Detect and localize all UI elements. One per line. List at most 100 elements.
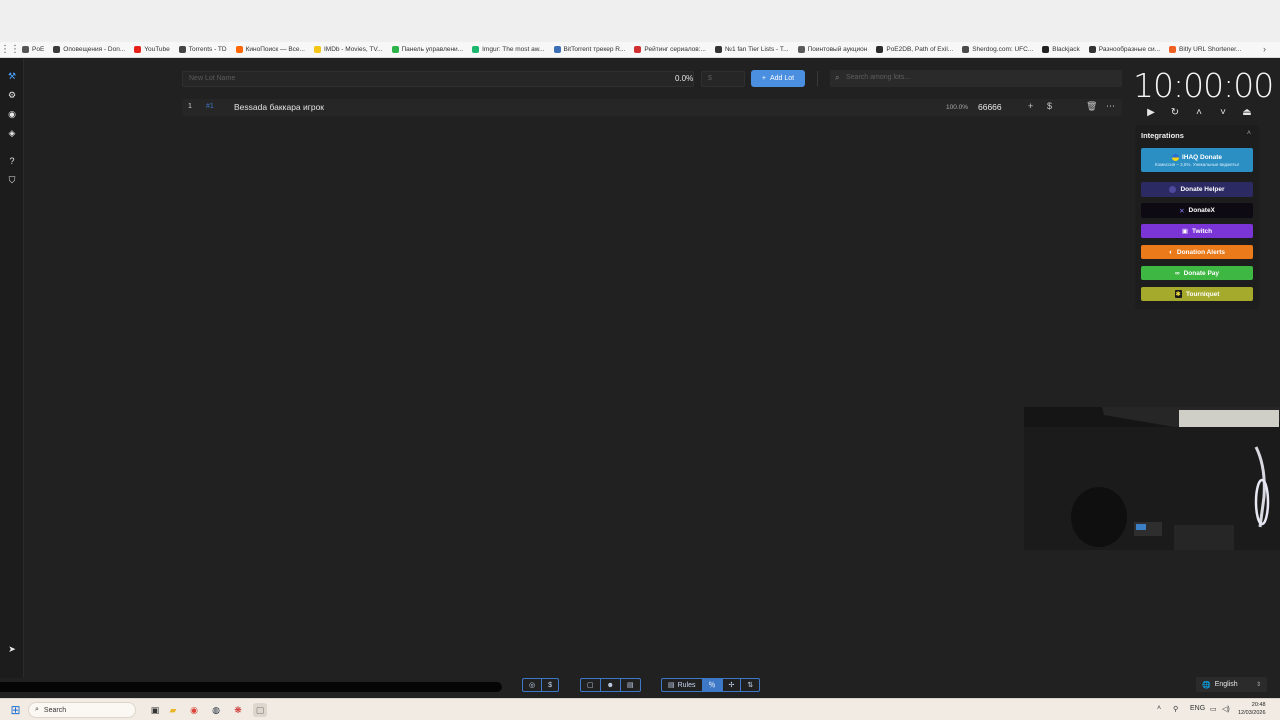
chrome-icon[interactable]: ◉	[187, 703, 201, 717]
bookmark-item[interactable]: Imgur: The most aw...	[472, 46, 545, 53]
tourniquet-button[interactable]: ✱ Tourniquet	[1141, 287, 1253, 301]
bot-icon[interactable]: ☻	[601, 679, 621, 691]
apps-grid-icon[interactable]: ⋮⋮	[0, 44, 20, 56]
windows-start-icon[interactable]: ⊞	[9, 703, 22, 717]
trash-icon[interactable]: 🗑	[1086, 101, 1097, 112]
move-icon[interactable]: ✢	[723, 679, 742, 691]
tray-lang[interactable]: ENG	[1190, 705, 1205, 712]
twitch-button[interactable]: ▣ Twitch	[1141, 224, 1253, 238]
bookmark-favicon-icon	[962, 46, 970, 53]
bookmark-favicon-icon	[134, 46, 142, 53]
bookmark-label: PoE	[32, 46, 45, 53]
bookmark-item[interactable]: Blackjack	[1042, 46, 1080, 53]
bookmark-item[interactable]: Оповещения - Don...	[53, 46, 125, 53]
active-app-icon[interactable]: ▢	[253, 703, 267, 717]
bookmark-favicon-icon	[235, 46, 243, 53]
help-icon[interactable]: ?	[6, 155, 18, 167]
tourniquet-icon: ✱	[1174, 290, 1182, 298]
main-content: New Lot Name 0.0% $ + Add Lot ⌕ Search a…	[24, 58, 1280, 678]
app-icon[interactable]: ❋	[231, 703, 245, 717]
wheel-icon[interactable]: ◉	[6, 108, 18, 120]
donation-alerts-button[interactable]: ◐ Donation Alerts	[1141, 245, 1253, 259]
play-icon[interactable]: ▶	[1144, 107, 1158, 118]
sort-icon[interactable]: ⇅	[741, 679, 759, 691]
telegram-icon[interactable]: ➤	[6, 643, 18, 655]
bookmark-item[interactable]: Sherdog.com: UFC...	[962, 46, 1033, 53]
gear-icon[interactable]: ⚙	[6, 89, 18, 101]
taskbar-clock[interactable]: 20:48 12/03/2026	[1238, 701, 1266, 717]
donatex-button[interactable]: ✕ DonateX	[1141, 203, 1253, 218]
ihaq-subtitle: Комиссия – 3,5%. Уникальные виджеты!	[1154, 161, 1240, 167]
bookmark-item[interactable]: №1 fan Tier Lists - T...	[714, 46, 789, 53]
left-sidebar: ⚒ ⚙ ◉ ◈ ? ⛉ ➤	[0, 58, 24, 698]
bookmark-item[interactable]: BitTorrent трекер R...	[553, 46, 626, 53]
bookmarks-overflow-icon[interactable]: ›	[1263, 44, 1266, 54]
bookmark-label: BitTorrent трекер R...	[563, 46, 626, 53]
chevron-up-icon[interactable]: ˄	[1192, 107, 1206, 118]
dollar-icon[interactable]: $	[1047, 101, 1052, 111]
new-lot-name-input[interactable]: New Lot Name	[182, 71, 694, 87]
layers-icon[interactable]: ◈	[6, 127, 18, 139]
collapse-icon[interactable]: ˄	[1247, 130, 1251, 137]
search-icon: ⌕	[835, 73, 840, 82]
bookmark-favicon-icon	[1042, 46, 1050, 53]
steam-icon[interactable]: ◍	[209, 703, 223, 717]
reset-icon[interactable]: ↻	[1168, 107, 1182, 118]
github-icon[interactable]: ◎	[523, 679, 543, 691]
bookmark-item[interactable]: Разнообразные си...	[1088, 46, 1160, 53]
search-lots-input[interactable]: ⌕ Search among lots...	[830, 70, 1122, 87]
percent-mode-button[interactable]: ％	[702, 679, 723, 691]
lot-id: #1	[206, 103, 214, 110]
donate-pay-icon: ∞	[1174, 269, 1180, 277]
rules-button[interactable]: ▤ Rules	[662, 679, 703, 691]
lot-amount[interactable]: 66666	[978, 102, 1002, 112]
mode-group: ▤ Rules ％ ✢ ⇅	[661, 678, 761, 692]
lot-row[interactable]: 1 #1 Bessada баккара игрок 100.0% 66666 …	[182, 99, 1122, 116]
donate-pay-button[interactable]: ∞ Donate Pay	[1141, 266, 1253, 280]
timer-view-icon[interactable]: ▢	[581, 679, 601, 691]
task-view-icon[interactable]: ▣	[148, 703, 162, 717]
bookmark-item[interactable]: YouTube	[134, 46, 170, 53]
bookmark-favicon-icon	[634, 46, 642, 53]
bookmark-item[interactable]: Рейтинг сериалов:...	[634, 46, 706, 53]
file-explorer-icon[interactable]: ▰	[166, 703, 180, 717]
volume-icon[interactable]: ◁)	[1222, 705, 1230, 713]
add-lot-button[interactable]: + Add Lot	[751, 70, 805, 87]
bookmark-item[interactable]: PoE	[22, 46, 44, 53]
language-select[interactable]: 🌐 English ⇕	[1196, 677, 1267, 692]
bookmark-label: КиноПоиск — Все...	[245, 46, 305, 53]
shield-icon[interactable]: ⛉	[6, 174, 18, 186]
bookmark-item[interactable]: Поинтовый аукцион	[797, 46, 867, 53]
bookmark-item[interactable]: Панель управлени...	[391, 46, 463, 53]
bookmark-item[interactable]: Bitly URL Shortener...	[1169, 46, 1241, 53]
language-label: English	[1214, 681, 1238, 688]
search-icon: ⌕	[35, 706, 39, 713]
panel-icon[interactable]: ▤	[621, 679, 640, 691]
chevron-down-icon[interactable]: ˅	[1216, 107, 1230, 118]
donate-dollar-icon[interactable]: $	[542, 679, 558, 691]
ihaq-donate-button[interactable]: IHAQ Donate Комиссия – 3,5%. Уникальные …	[1141, 148, 1253, 172]
auction-hammer-icon[interactable]: ⚒	[6, 70, 18, 82]
add-amount-icon[interactable]: +	[1028, 101, 1033, 111]
more-icon[interactable]: ⋯	[1106, 101, 1115, 112]
lot-name[interactable]: Bessada баккара игрок	[234, 102, 324, 112]
bookmark-label: Bitly URL Shortener...	[1179, 46, 1242, 53]
donate-helper-button[interactable]: Donate Helper	[1141, 182, 1253, 197]
tourniquet-label: Tourniquet	[1185, 290, 1220, 298]
network-icon[interactable]: ▭	[1210, 705, 1217, 713]
bookmarks-bar: ⋮⋮ PoE Оповещения - Don... YouTube Torrents…	[0, 42, 1280, 58]
windows-taskbar: ⊞ ⌕ Search ▣ ▰ ◉ ◍ ❋ ▢ ˄ ⚲ ENG ▭ ◁) 20:4…	[0, 698, 1280, 720]
double-chevron-up-icon[interactable]: ⏏	[1240, 107, 1254, 118]
bookmark-favicon-icon	[797, 46, 805, 53]
bookmark-item[interactable]: PoE2DB, Path of Exil...	[876, 46, 953, 53]
taskbar-search[interactable]: ⌕ Search	[28, 702, 136, 718]
tray-chevron-icon[interactable]: ˄	[1157, 705, 1161, 712]
bookmark-item[interactable]: Torrents - TD	[178, 46, 227, 53]
bookmark-item[interactable]: IMDb - Movies, TV...	[313, 46, 383, 53]
timer-controls: ▶ ↻ ˄ ˅ ⏏	[1140, 104, 1258, 120]
bookmark-label: Torrents - TD	[188, 46, 227, 53]
new-lot-amount-input[interactable]: $	[701, 71, 745, 87]
integrations-title: Integrations	[1141, 131, 1184, 140]
rules-icon: ▤	[668, 682, 675, 689]
bookmark-item[interactable]: КиноПоиск — Все...	[235, 46, 305, 53]
